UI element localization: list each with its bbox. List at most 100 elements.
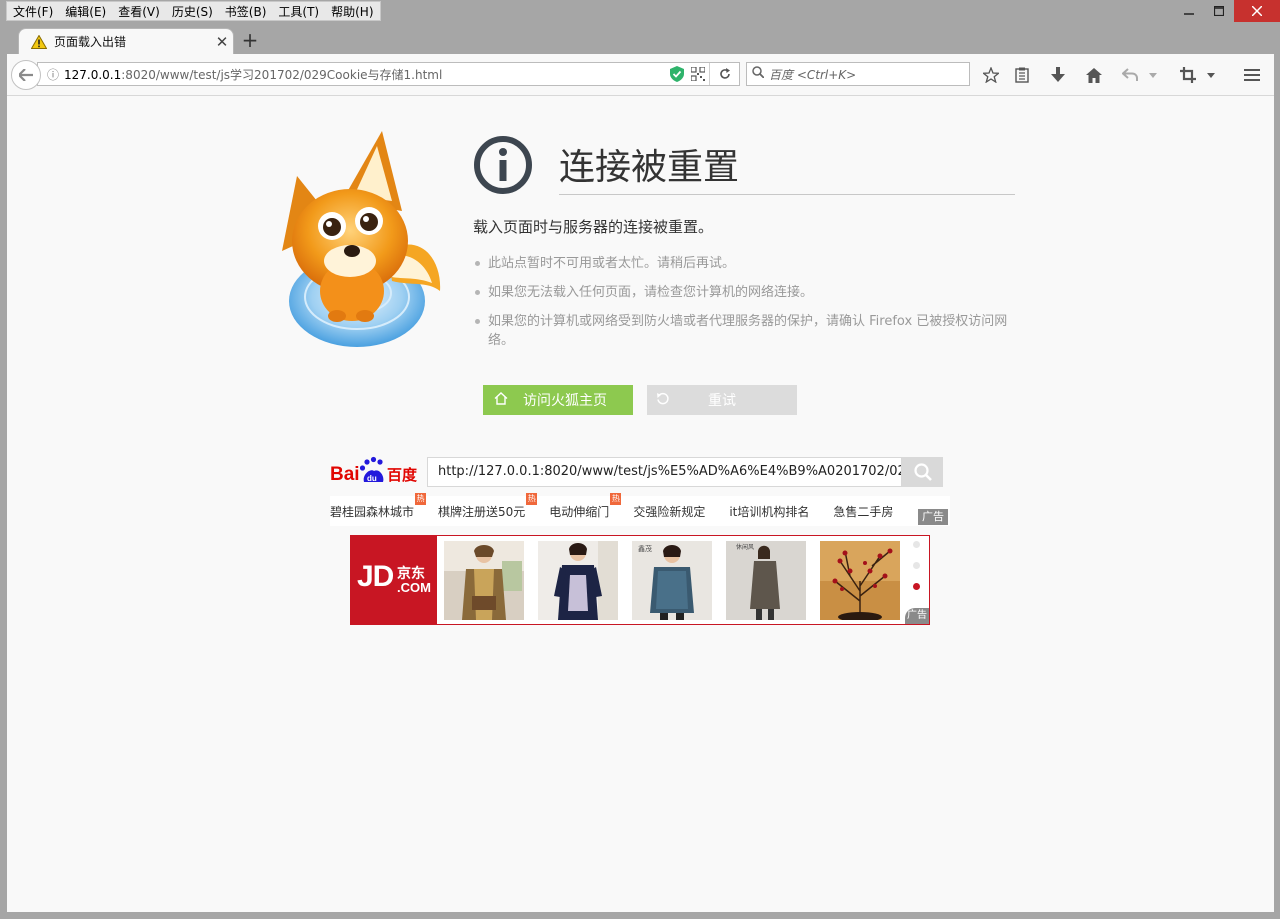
menu-view[interactable]: 查看(V) <box>112 2 166 20</box>
baidu-hot-links: 碧桂园森林城市热 棋牌注册送50元热 电动伸缩门热 交强险新规定 it培训机构排… <box>330 492 950 526</box>
reload-icon <box>719 68 730 79</box>
browser-window: 文件(F) 编辑(E) 查看(V) 历史(S) 书签(B) 工具(T) 帮助(H… <box>0 0 1280 919</box>
url-path: :8020/www/test/js学习201702/029Cookie与存储1.… <box>121 67 443 82</box>
hot-link[interactable]: 电动伸缩门热 <box>549 492 622 520</box>
undo-arrow-icon <box>1122 68 1138 81</box>
carousel-indicators <box>913 541 925 601</box>
menu-file[interactable]: 文件(F) <box>7 2 59 20</box>
ad-label[interactable]: 广告 <box>918 509 948 525</box>
bookmarks-list-button[interactable] <box>1011 64 1033 86</box>
info-icon[interactable]: ⓘ <box>38 66 64 83</box>
carousel-dot[interactable] <box>913 562 920 569</box>
product-image[interactable]: 休闲风 <box>726 541 806 620</box>
window-controls <box>1174 0 1280 24</box>
refresh-icon <box>647 391 679 410</box>
list-item: 如果您无法载入任何页面，请检查您计算机的网络连接。 <box>473 283 1013 302</box>
download-arrow-icon <box>1051 67 1065 82</box>
error-suggestions-list: 此站点暂时不可用或者太忙。请稍后再试。 如果您无法载入任何页面，请检查您计算机的… <box>473 254 1013 360</box>
url-host: 127.0.0.1 <box>64 67 122 82</box>
product-image[interactable] <box>820 541 900 620</box>
menu-bookmarks[interactable]: 书签(B) <box>219 2 273 20</box>
svg-text:休闲风: 休闲风 <box>736 543 754 551</box>
screenshot-crop-button[interactable] <box>1177 64 1199 86</box>
back-button[interactable] <box>11 60 41 90</box>
magnifier-icon <box>913 463 932 481</box>
open-menu-button[interactable] <box>1241 64 1263 86</box>
chevron-down-icon <box>1149 72 1157 78</box>
svg-text:Bai: Bai <box>330 464 360 485</box>
menu-help[interactable]: 帮助(H) <box>325 2 379 20</box>
warning-icon <box>31 34 47 49</box>
tab-strip: 页面载入出错 ✕ + <box>0 24 1280 54</box>
url-bar[interactable]: ⓘ 127.0.0.1:8020/www/test/js学习201702/029… <box>37 62 740 86</box>
clipboard-icon <box>1015 67 1029 83</box>
jd-ad-banner[interactable]: JD 京东 .COM 鑫茂 休闲风 广告 <box>350 535 930 625</box>
visit-firefox-home-button[interactable]: 访问火狐主页 <box>483 385 633 415</box>
qr-code-icon[interactable] <box>687 66 709 82</box>
jd-ad-label[interactable]: 广告 <box>905 608 929 624</box>
list-item: 如果您的计算机或网络受到防火墙或者代理服务器的保护，请确认 Firefox 已被… <box>473 312 1013 350</box>
star-icon <box>983 67 999 83</box>
url-text[interactable]: 127.0.0.1:8020/www/test/js学习201702/029Co… <box>64 66 667 83</box>
svg-text:鑫茂: 鑫茂 <box>638 544 652 553</box>
error-description: 载入页面时与服务器的连接被重置。 <box>473 218 714 236</box>
tab-error-page[interactable]: 页面载入出错 ✕ <box>18 28 234 54</box>
close-icon <box>1252 6 1262 16</box>
downloads-button[interactable] <box>1047 64 1069 86</box>
error-title: 连接被重置 <box>559 147 740 188</box>
maximize-icon <box>1214 6 1224 16</box>
home-button[interactable] <box>1083 64 1105 86</box>
undo-dropdown-button[interactable] <box>1146 64 1160 86</box>
carousel-dot-active[interactable] <box>913 583 920 590</box>
hot-link[interactable]: it培训机构排名 <box>729 503 809 520</box>
search-icon <box>747 66 769 82</box>
reload-button[interactable] <box>709 63 739 85</box>
home-icon <box>1086 67 1102 83</box>
home-button-label: 访问火狐主页 <box>523 393 607 409</box>
new-tab-button[interactable]: + <box>240 29 260 51</box>
minimize-button[interactable] <box>1174 0 1204 22</box>
minimize-icon <box>1184 13 1194 15</box>
shield-icon[interactable] <box>667 66 687 82</box>
search-bar[interactable]: 百度 <Ctrl+K> <box>746 62 970 86</box>
firefox-fox-mascot-image <box>282 131 441 347</box>
baidu-logo[interactable]: Bai du 百度 <box>330 456 420 488</box>
crop-dropdown-button[interactable] <box>1204 64 1218 86</box>
svg-text:du: du <box>367 474 377 483</box>
menu-history[interactable]: 历史(S) <box>166 2 219 20</box>
retry-button-label: 重试 <box>708 393 736 409</box>
tab-title: 页面载入出错 <box>54 35 127 49</box>
info-circle-icon <box>474 136 532 194</box>
jd-logo[interactable]: JD 京东 .COM <box>351 536 437 624</box>
product-image[interactable]: 鑫茂 <box>632 541 712 620</box>
tab-close-icon[interactable]: ✕ <box>211 33 233 51</box>
error-page: 连接被重置 载入页面时与服务器的连接被重置。 此站点暂时不可用或者太忙。请稍后再… <box>7 96 1274 912</box>
close-window-button[interactable] <box>1234 0 1280 22</box>
hot-badge: 热 <box>415 492 427 505</box>
hot-link[interactable]: 交强险新规定 <box>633 503 705 520</box>
carousel-dot[interactable] <box>913 541 920 548</box>
product-image[interactable] <box>538 541 618 620</box>
list-item: 此站点暂时不可用或者太忙。请稍后再试。 <box>473 254 1013 273</box>
menu-edit[interactable]: 编辑(E) <box>59 2 112 20</box>
search-placeholder: 百度 <Ctrl+K> <box>769 67 857 82</box>
hot-link[interactable]: 棋牌注册送50元热 <box>438 492 538 520</box>
maximize-button[interactable] <box>1204 0 1234 22</box>
product-image[interactable] <box>444 541 524 620</box>
bookmark-star-button[interactable] <box>980 64 1002 86</box>
back-arrow-icon <box>19 69 33 81</box>
baidu-search-input[interactable]: http://127.0.0.1:8020/www/test/js%E5%AD%… <box>427 457 902 487</box>
hot-badge: 热 <box>610 492 622 505</box>
hot-link[interactable]: 碧桂园森林城市热 <box>330 492 427 520</box>
menu-tools[interactable]: 工具(T) <box>272 2 325 20</box>
home-outline-icon <box>483 391 519 409</box>
hot-link[interactable]: 急售二手房 <box>833 503 893 520</box>
jd-logo-letters: JD <box>357 560 394 593</box>
title-divider <box>559 194 1015 195</box>
crop-icon <box>1180 67 1196 83</box>
baidu-search-button[interactable] <box>902 457 943 487</box>
navigation-bar: ⓘ 127.0.0.1:8020/www/test/js学习201702/029… <box>7 54 1274 96</box>
retry-button[interactable]: 重试 <box>647 385 797 415</box>
undo-close-button[interactable] <box>1119 64 1141 86</box>
hot-badge: 热 <box>526 492 538 505</box>
